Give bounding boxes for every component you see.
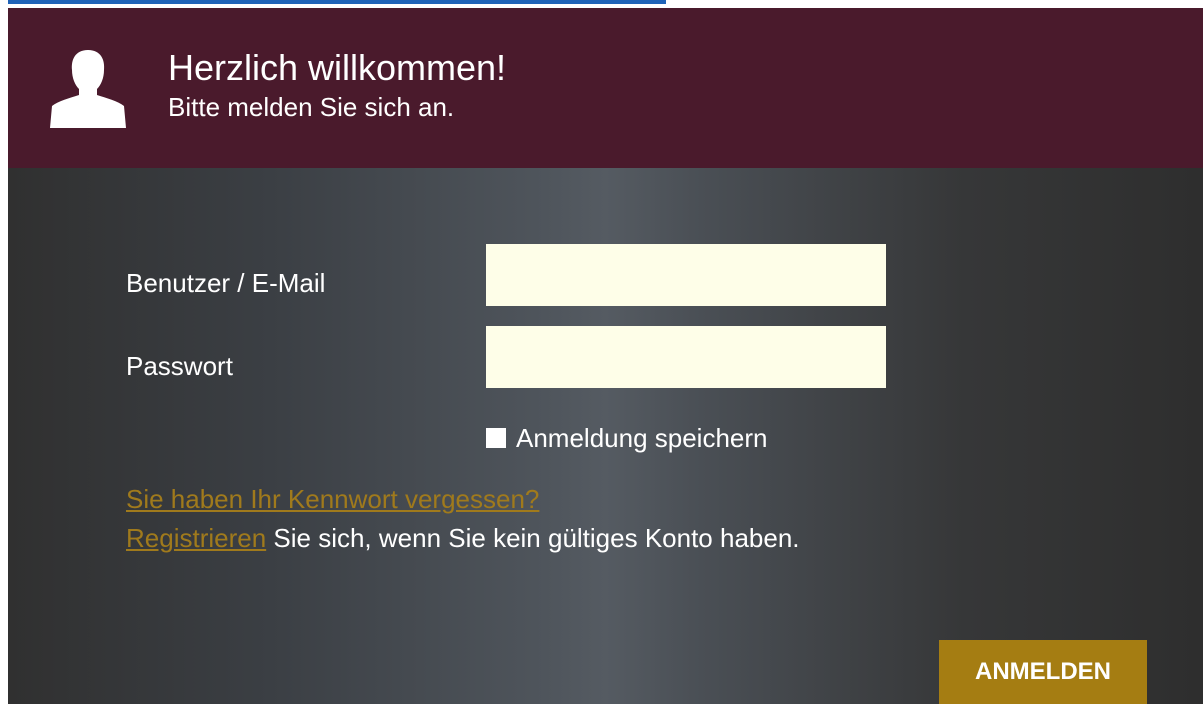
remember-checkbox[interactable] <box>486 428 506 448</box>
login-dialog: Herzlich willkommen! Bitte melden Sie si… <box>8 8 1203 704</box>
password-input[interactable] <box>486 326 886 388</box>
login-form: Benutzer / E-Mail Passwort Anmeldung spe… <box>8 168 1203 704</box>
remember-me[interactable]: Anmeldung speichern <box>486 423 768 453</box>
welcome-subtitle: Bitte melden Sie sich an. <box>168 92 455 122</box>
forgot-password-link[interactable]: Sie haben Ihr Kennwort vergessen? <box>126 484 539 514</box>
register-line: Registrieren Sie sich, wenn Sie kein gül… <box>126 523 800 553</box>
login-button[interactable]: ANMELDEN <box>939 640 1147 704</box>
username-label: Benutzer / E-Mail <box>126 268 326 298</box>
password-label: Passwort <box>126 351 233 381</box>
user-silhouette-icon <box>50 50 126 128</box>
register-text: Sie sich, wenn Sie kein gültiges Konto h… <box>266 523 800 553</box>
welcome-title: Herzlich willkommen! <box>168 47 507 88</box>
register-link[interactable]: Registrieren <box>126 523 266 553</box>
remember-label[interactable]: Anmeldung speichern <box>516 423 768 453</box>
username-input[interactable] <box>486 244 886 306</box>
dialog-header: Herzlich willkommen! Bitte melden Sie si… <box>8 8 1203 168</box>
top-accent-line <box>8 0 666 4</box>
